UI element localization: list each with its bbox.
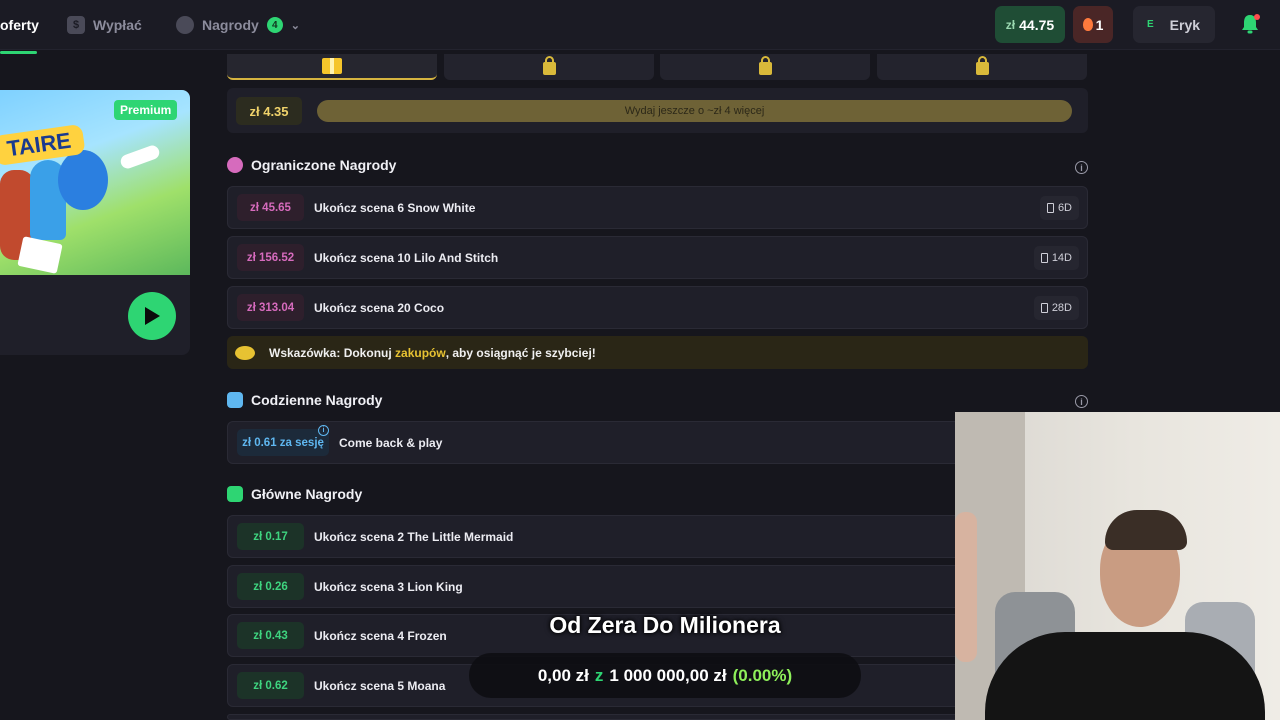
progress-bar: Wydaj jeszcze o ~zł 4 więcej [317,100,1072,122]
reward-task: Ukończ scena 10 Lilo And Stitch [314,250,499,265]
tip-suffix: , aby osiągnąć je szybciej! [445,345,596,360]
tip-link[interactable]: zakupów [395,346,446,360]
reward-amount: zł 0.61 za sesję [237,429,329,456]
calendar-icon [227,392,243,408]
timer-value: 28D [1051,302,1072,314]
progress-amount: zł 4.35 [236,97,302,125]
info-icon[interactable]: i [1075,161,1088,174]
medal-icon [176,16,194,34]
timer-badge: 28D [1033,296,1079,320]
play-button[interactable] [128,292,176,340]
overlay-progress: 0,00 zł z 1 000 000,00 zł (0.00%) [469,653,861,698]
play-icon [145,307,160,325]
reward-task: Ukończ scena 3 Lion King [314,579,463,594]
balance-value: 44.75 [1019,16,1055,33]
daily-rewards-header: Codzienne Nagrody [227,392,382,408]
game-card[interactable]: TAIRE Premium [0,90,190,355]
nav-offers[interactable]: oferty [0,0,39,50]
reward-amount: zł 313.04 [237,294,304,321]
flame-icon [1082,18,1093,31]
hourglass-icon [1040,253,1048,263]
chart-icon [227,486,243,502]
streak-button[interactable]: 1 [1073,6,1113,43]
reward-tier-tab-4[interactable] [877,54,1087,80]
nav-rewards-label: Nagrody [202,17,259,33]
tip-prefix: Wskazówka: Dokonuj [269,345,392,360]
limited-rewards-title: Ograniczone Nagrody [251,157,397,173]
reward-task: Ukończ scena 5 Moana [314,678,446,693]
lock-icon [758,56,772,75]
balance-button[interactable]: zł 44.75 [995,6,1065,43]
info-icon[interactable]: i [1075,395,1088,408]
main-rewards-header: Główne Nagrody [227,486,362,502]
avatar: E [1147,19,1154,30]
daily-rewards-title: Codzienne Nagrody [251,392,383,408]
list-item[interactable]: zł 313.04 Ukończ scena 20 Coco 28D [227,286,1088,329]
hourglass-icon [1040,303,1048,313]
overlay-target: 1 000 000,00 zł [609,665,727,685]
timer-badge: 14D [1033,246,1079,270]
info-icon[interactable]: i [318,425,329,436]
overlay-sep: z [594,665,604,685]
reward-amount: zł 0.17 [237,523,304,550]
reward-task: Ukończ scena 20 Coco [314,300,445,315]
overlay-current: 0,00 zł [537,665,589,685]
wallet-icon: $ [67,16,85,34]
limited-rewards-header: Ograniczone Nagrody [227,157,396,173]
hourglass-icon [1046,203,1054,213]
reward-task: Ukończ scena 4 Frozen [314,628,447,643]
webcam-feed [955,412,1280,720]
coins-icon [235,345,255,360]
list-item[interactable]: zł 156.52 Ukończ scena 10 Lilo And Stitc… [227,236,1088,279]
gift-icon [322,58,342,74]
list-item[interactable]: zł 45.65 Ukończ scena 6 Snow White 6D [227,186,1088,229]
nav-withdraw[interactable]: $ Wypłać [67,0,142,50]
reward-tier-tab-1[interactable] [227,54,437,80]
nav-withdraw-label: Wypłać [93,17,142,33]
reward-amount: zł 0.26 [237,573,304,600]
top-bar: oferty $ Wypłać Nagrody 4 ⌄ zł 44.75 1 E… [0,0,1280,50]
user-name: Eryk [1169,16,1201,33]
lock-icon [975,56,989,75]
user-menu[interactable]: E Eryk [1133,6,1215,43]
timer-badge: 6D [1039,196,1079,220]
timer-value: 14D [1051,252,1072,264]
nav-offers-label: oferty [0,17,39,33]
overlay-percent: (0.00%) [732,665,793,685]
reward-task: Ukończ scena 2 The Little Mermaid [314,529,514,544]
reward-task: Ukończ scena 6 Snow White [314,200,476,215]
streak-count: 1 [1095,16,1104,33]
tip-banner: Wskazówka: Dokonuj zakupów, aby osiągnąć… [227,336,1088,369]
balance-currency: zł [1005,17,1016,32]
reward-task: Come back & play [339,435,443,450]
overlay-title: Od Zera Do Milionera [549,612,781,638]
nav-rewards[interactable]: Nagrody 4 ⌄ [176,0,300,50]
timer-value: 6D [1057,202,1072,214]
nav-active-underline [0,51,37,54]
premium-badge: Premium [114,100,178,120]
stopwatch-icon [227,157,243,173]
reward-tier-tab-3[interactable] [660,54,870,80]
rewards-count-badge: 4 [266,17,283,33]
main-rewards-title: Główne Nagrody [251,486,363,502]
reward-tier-tab-2[interactable] [444,54,654,80]
reward-amount: zł 0.43 [237,622,304,649]
chevron-down-icon: ⌄ [290,19,301,32]
bell-icon[interactable] [1240,13,1260,35]
reward-amount: zł 0.62 [237,672,304,699]
reward-amount: zł 156.52 [237,244,304,271]
lock-icon [542,56,556,75]
spend-progress: zł 4.35 Wydaj jeszcze o ~zł 4 więcej [227,88,1088,133]
reward-amount: zł 45.65 [237,194,304,221]
